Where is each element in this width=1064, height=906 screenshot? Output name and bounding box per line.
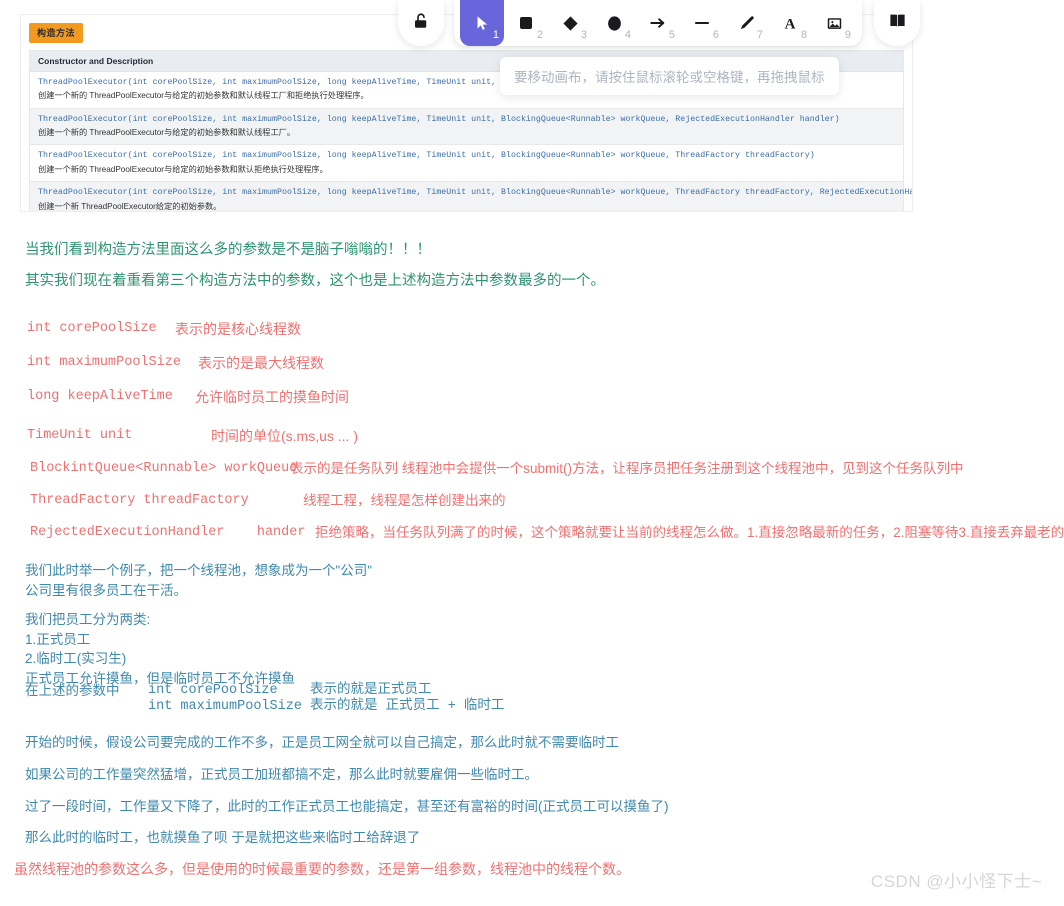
note-intro-2: 其实我们现在着重看第三个构造方法中的参数，这个也是上述构造方法中参数最多的一个。 xyxy=(25,273,605,289)
tool-arrow[interactable]: 5 xyxy=(636,0,680,46)
tool-shortcut-number: 9 xyxy=(844,29,851,41)
tool-rectangle[interactable]: 2 xyxy=(504,0,548,46)
param-desc-5: 线程工程，线程是怎样创建出来的 xyxy=(303,493,506,508)
line-icon xyxy=(693,14,711,32)
tool-shortcut-number: 3 xyxy=(580,29,587,41)
note-story-4: 那么此时的临时工，也就摸鱼了呗 于是就把这些来临时工给辞退了 xyxy=(25,830,421,845)
cursor-icon xyxy=(474,15,491,32)
note-story-1: 开始的时候，假设公司要完成的工作不多，正是员工网全就可以自己搞定，那么此时就不需… xyxy=(25,735,619,750)
circle-icon xyxy=(606,15,623,32)
tool-shortcut-number: 6 xyxy=(712,29,719,41)
param-desc-0: 表示的是核心线程数 xyxy=(175,321,301,337)
image-icon xyxy=(826,15,843,32)
table-row: ThreadPoolExecutor(int corePoolSize, int… xyxy=(30,182,913,211)
tool-line[interactable]: 6 xyxy=(680,0,724,46)
note-mapping-line-2: int maximumPoolSize 表示的就是 正式员工 + 临时工 xyxy=(148,699,505,714)
note-mapping-label: 在上述的参数中 xyxy=(25,683,120,698)
tool-shortcut-number: 8 xyxy=(800,29,807,41)
note-conclusion: 虽然线程池的参数这么多，但是使用的时候最重要的参数，还是第一组参数，线程池中的线… xyxy=(14,861,630,877)
tool-shortcut-number: 5 xyxy=(668,29,675,41)
tool-image[interactable]: 9 xyxy=(812,0,856,46)
param-name-5: ThreadFactory threadFactory xyxy=(30,493,249,508)
tool-text[interactable]: A 8 xyxy=(768,0,812,46)
table-row: ThreadPoolExecutor(int corePoolSize, int… xyxy=(30,108,903,146)
note-intro-1: 当我们看到构造方法里面这么多的参数是不是脑子嗡嗡的！！！ xyxy=(25,242,431,258)
table-row: ThreadPoolExecutor(int corePoolSize, int… xyxy=(30,145,903,183)
param-desc-2: 允许临时员工的摸鱼时间 xyxy=(195,389,349,405)
library-button[interactable] xyxy=(874,0,920,46)
param-desc-3: 时间的单位(s.ms,us ... ) xyxy=(211,428,358,444)
tool-shortcut-number: 2 xyxy=(536,29,543,41)
note-story-2: 如果公司的工作量突然猛增，正式员工加班都搞不定，那么此时就要雇佣一些临时工。 xyxy=(25,767,538,782)
param-desc-1: 表示的是最大线程数 xyxy=(198,355,324,371)
constructor-signature: ThreadPoolExecutor(int corePoolSize, int… xyxy=(38,114,840,124)
note-example-2: 我们把员工分为两类: 1.正式员工 2.临时工(实习生) 正式员工允许摸鱼，但是… xyxy=(25,612,295,686)
toolbar[interactable]: 1 2 3 4 5 6 7 A 8 9 xyxy=(398,0,920,46)
param-desc-4: 表示的是任务队列 线程池中会提供一个submit()方法，让程序员把任务注册到这… xyxy=(290,461,964,476)
book-icon xyxy=(888,11,907,35)
tool-shortcut-number: 4 xyxy=(624,29,631,41)
tool-diamond[interactable]: 3 xyxy=(548,0,592,46)
canvas-pan-hint: 要移动画布，请按住鼠标滚轮或空格键，再拖拽鼠标 xyxy=(500,57,839,95)
param-name-6: RejectedExecutionHandler hander xyxy=(30,525,306,540)
tool-ellipse[interactable]: 4 xyxy=(592,0,636,46)
param-name-2: long keepAliveTime xyxy=(27,389,173,404)
note-story-3: 过了一段时间，工作量又下降了，此时的工作正式员工也能搞定，甚至还有富裕的时间(正… xyxy=(25,799,669,814)
note-example-1: 我们此时举一个例子，把一个线程池，想象成为一个"公司" 公司里有很多员工在干活。 xyxy=(25,563,373,598)
param-desc-6: 拒绝策略，当任务队列满了的时候，这个策略就要让当前的线程怎么做。1.直接忽略最新… xyxy=(315,525,1064,540)
param-name-1: int maximumPoolSize xyxy=(27,355,181,370)
constructor-signature: ThreadPoolExecutor(int corePoolSize, int… xyxy=(38,151,815,161)
pencil-icon xyxy=(738,15,755,32)
tool-selection[interactable]: 1 xyxy=(460,0,504,46)
tool-draw[interactable]: 7 xyxy=(724,0,768,46)
constructor-description: 创建一个新 ThreadPoolExecutor给定的初始参数。 xyxy=(38,201,222,211)
constructor-signature: ThreadPoolExecutor(int corePoolSize, int… xyxy=(38,188,913,198)
param-name-0: int corePoolSize xyxy=(27,321,157,336)
param-name-4: BlockintQueue<Runnable> workQueue xyxy=(30,461,298,476)
tool-group[interactable]: 1 2 3 4 5 6 7 A 8 9 xyxy=(454,0,862,46)
arrow-icon xyxy=(649,14,667,32)
text-icon: A xyxy=(781,14,799,32)
param-name-3: TimeUnit unit xyxy=(27,428,133,443)
tool-shortcut-number: 7 xyxy=(756,29,763,41)
svg-text:A: A xyxy=(785,16,796,32)
diamond-icon xyxy=(562,15,579,32)
tool-shortcut-number: 1 xyxy=(492,29,499,41)
lock-button[interactable] xyxy=(398,0,444,46)
lock-icon xyxy=(412,12,430,35)
square-icon xyxy=(518,15,534,31)
canvas-root[interactable]: 构造方法 Constructor and Description ThreadP… xyxy=(0,0,1064,906)
constructor-description: 创建一个新的 ThreadPoolExecutor与给定的初始参数和默认拒绝执行… xyxy=(38,164,328,174)
doc-badge: 构造方法 xyxy=(29,23,84,43)
constructor-description: 创建一个新的 ThreadPoolExecutor与给定的初始参数和默认线程工厂… xyxy=(38,128,296,138)
csdn-watermark: CSDN @小小怪下士~ xyxy=(870,872,1042,891)
